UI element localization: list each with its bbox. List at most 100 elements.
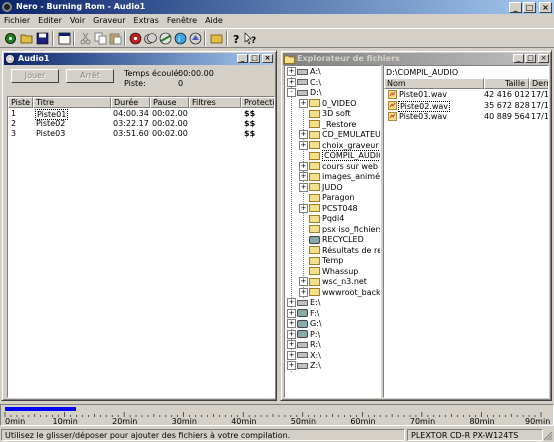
expand-icon[interactable]: + [299, 287, 308, 297]
expand-icon[interactable]: + [299, 182, 308, 192]
expand-icon[interactable]: + [287, 67, 296, 76]
tree-item[interactable]: Pqdi4 [309, 213, 344, 224]
tree-item[interactable]: Paragon [309, 192, 355, 203]
audio-close-button[interactable]: × [262, 54, 273, 63]
tree-item[interactable]: cours sur web [309, 161, 378, 172]
nero-app-icon[interactable] [2, 2, 12, 12]
tree-item[interactable]: COMPIL_AUDIO [309, 150, 380, 161]
tree-item[interactable]: Résultats de rech [309, 245, 380, 256]
expand-icon[interactable]: + [287, 77, 296, 87]
expand-icon[interactable]: + [287, 350, 296, 360]
context-help-icon[interactable]: ? [244, 32, 257, 45]
tree-item[interactable]: X:\ [297, 350, 321, 361]
file-name[interactable]: Piste02.wav [398, 101, 450, 112]
file-pane-minimize-button[interactable]: _ [513, 54, 524, 63]
help-icon[interactable]: ? [230, 32, 243, 45]
track-row[interactable]: 1 Piste01 04:00.34 00:02.00 $$ [8, 109, 274, 120]
save-icon[interactable] [36, 32, 49, 45]
minimize-button[interactable]: _ [509, 2, 522, 13]
expand-icon[interactable]: + [299, 140, 308, 150]
expand-icon[interactable]: + [287, 298, 296, 307]
tree-item[interactable]: Temp [309, 255, 343, 266]
file-row[interactable]: Piste01.wav 42 416 012 17/1 [384, 90, 548, 100]
tree-item[interactable]: psx iso_fichiers [309, 224, 380, 235]
tree-item[interactable]: Z:\ [297, 360, 321, 371]
track-row[interactable]: 3 Piste03 03:51.60 00:02.00 $$ [8, 129, 274, 139]
audio-maximize-button[interactable]: □ [249, 54, 260, 63]
eject-icon[interactable] [189, 32, 202, 45]
col-protection[interactable]: Protection [241, 97, 274, 108]
expand-icon[interactable]: + [287, 319, 296, 328]
file-row[interactable]: Piste03.wav 40 889 564 17/1 [384, 112, 548, 122]
expand-icon[interactable]: + [299, 277, 308, 286]
close-button[interactable]: × [539, 2, 552, 13]
tree-item[interactable]: choix_graveur [309, 140, 379, 151]
expand-icon[interactable]: + [299, 203, 308, 213]
tree-item[interactable]: R:\ [297, 339, 321, 350]
file-pane-close-button[interactable]: × [538, 54, 549, 63]
tree-item[interactable]: RECYCLED [309, 234, 364, 245]
tree-item[interactable]: A:\ [297, 66, 321, 77]
tree-item[interactable]: 0_VIDEO [309, 98, 356, 109]
expand-icon[interactable]: + [287, 329, 296, 339]
expand-icon[interactable]: + [299, 98, 308, 108]
play-button[interactable]: Jouer [11, 69, 59, 83]
col-date[interactable]: Derni [529, 78, 548, 89]
menu-fenetre[interactable]: Fenêtre [163, 14, 201, 27]
menu-graveur[interactable]: Graveur [89, 14, 129, 27]
menu-voir[interactable]: Voir [66, 14, 89, 27]
expand-icon[interactable]: + [299, 172, 308, 181]
file-row[interactable]: Piste02.wav 35 672 828 17/1 [384, 101, 548, 112]
col-titre[interactable]: Titre [33, 97, 111, 108]
menu-fichier[interactable]: Fichier [0, 14, 34, 27]
copy-cd-icon[interactable] [144, 32, 157, 45]
tree-item[interactable]: _Restore [309, 119, 356, 130]
paste-icon[interactable] [109, 32, 122, 45]
file-list[interactable]: D:\COMPIL_AUDIO Nom Taille Derni Piste01… [383, 65, 549, 398]
track-list[interactable]: Piste Titre Durée Pause Filtres Protecti… [7, 96, 275, 398]
tree-item[interactable]: Whassup [309, 266, 358, 277]
recorder-name[interactable]: PLEXTOR CD-R PX-W124TS [407, 429, 543, 441]
resize-grip-icon[interactable] [543, 431, 553, 441]
expand-icon[interactable]: + [299, 130, 308, 139]
menu-editer[interactable]: Editer [34, 14, 66, 27]
col-duree[interactable]: Durée [111, 97, 150, 108]
new-compilation-icon[interactable] [4, 32, 17, 45]
tree-item[interactable]: 3D soft [309, 108, 351, 119]
track-title[interactable]: Piste02 [36, 119, 65, 128]
folder-tree[interactable]: + A:\ + C:\ - D:\ +0_VIDEO 3D soft _Restore + CD_E… [284, 65, 381, 398]
tree-item[interactable]: G:\ [297, 318, 322, 329]
tree-item[interactable]: wsc_n3.net [309, 276, 367, 287]
disc-info-icon[interactable] [159, 32, 172, 45]
col-filtres[interactable]: Filtres [189, 97, 241, 108]
cut-icon[interactable] [79, 32, 92, 45]
col-piste[interactable]: Piste [8, 97, 33, 108]
tree-item[interactable]: P:\ [297, 329, 320, 340]
tree-item[interactable]: wwwroot_backup [309, 287, 380, 298]
open-folder-icon[interactable] [20, 32, 33, 45]
col-pause[interactable]: Pause [150, 97, 189, 108]
copy-icon[interactable] [94, 32, 107, 45]
file-name[interactable]: Piste03.wav [399, 112, 447, 121]
expand-icon[interactable]: + [287, 340, 296, 349]
track-title[interactable]: Piste03 [36, 129, 65, 138]
file-name[interactable]: Piste01.wav [399, 90, 447, 99]
menu-aide[interactable]: Aide [201, 14, 227, 27]
properties-icon[interactable] [58, 32, 71, 45]
expand-icon[interactable]: + [287, 308, 296, 318]
tree-item[interactable]: F:\ [297, 308, 319, 319]
tree-item[interactable]: JUDO [309, 182, 343, 193]
maximize-button[interactable]: □ [523, 2, 536, 13]
tree-item[interactable]: E:\ [297, 297, 320, 308]
tree-item[interactable]: CD_EMULATEUR [309, 129, 380, 140]
expand-icon[interactable]: + [287, 361, 296, 370]
track-row[interactable]: 2 Piste02 03:22.17 00:02.00 $$ [8, 119, 274, 129]
collapse-icon[interactable]: - [287, 88, 296, 97]
tree-item[interactable]: C:\ [297, 77, 321, 88]
col-taille[interactable]: Taille [484, 78, 529, 89]
window-icon[interactable] [210, 32, 223, 45]
tree-item[interactable]: D:\ [297, 87, 322, 98]
expand-icon[interactable]: + [299, 161, 308, 171]
cd-info-icon[interactable]: i [174, 32, 187, 45]
tree-item[interactable]: PCST048 [309, 203, 358, 214]
